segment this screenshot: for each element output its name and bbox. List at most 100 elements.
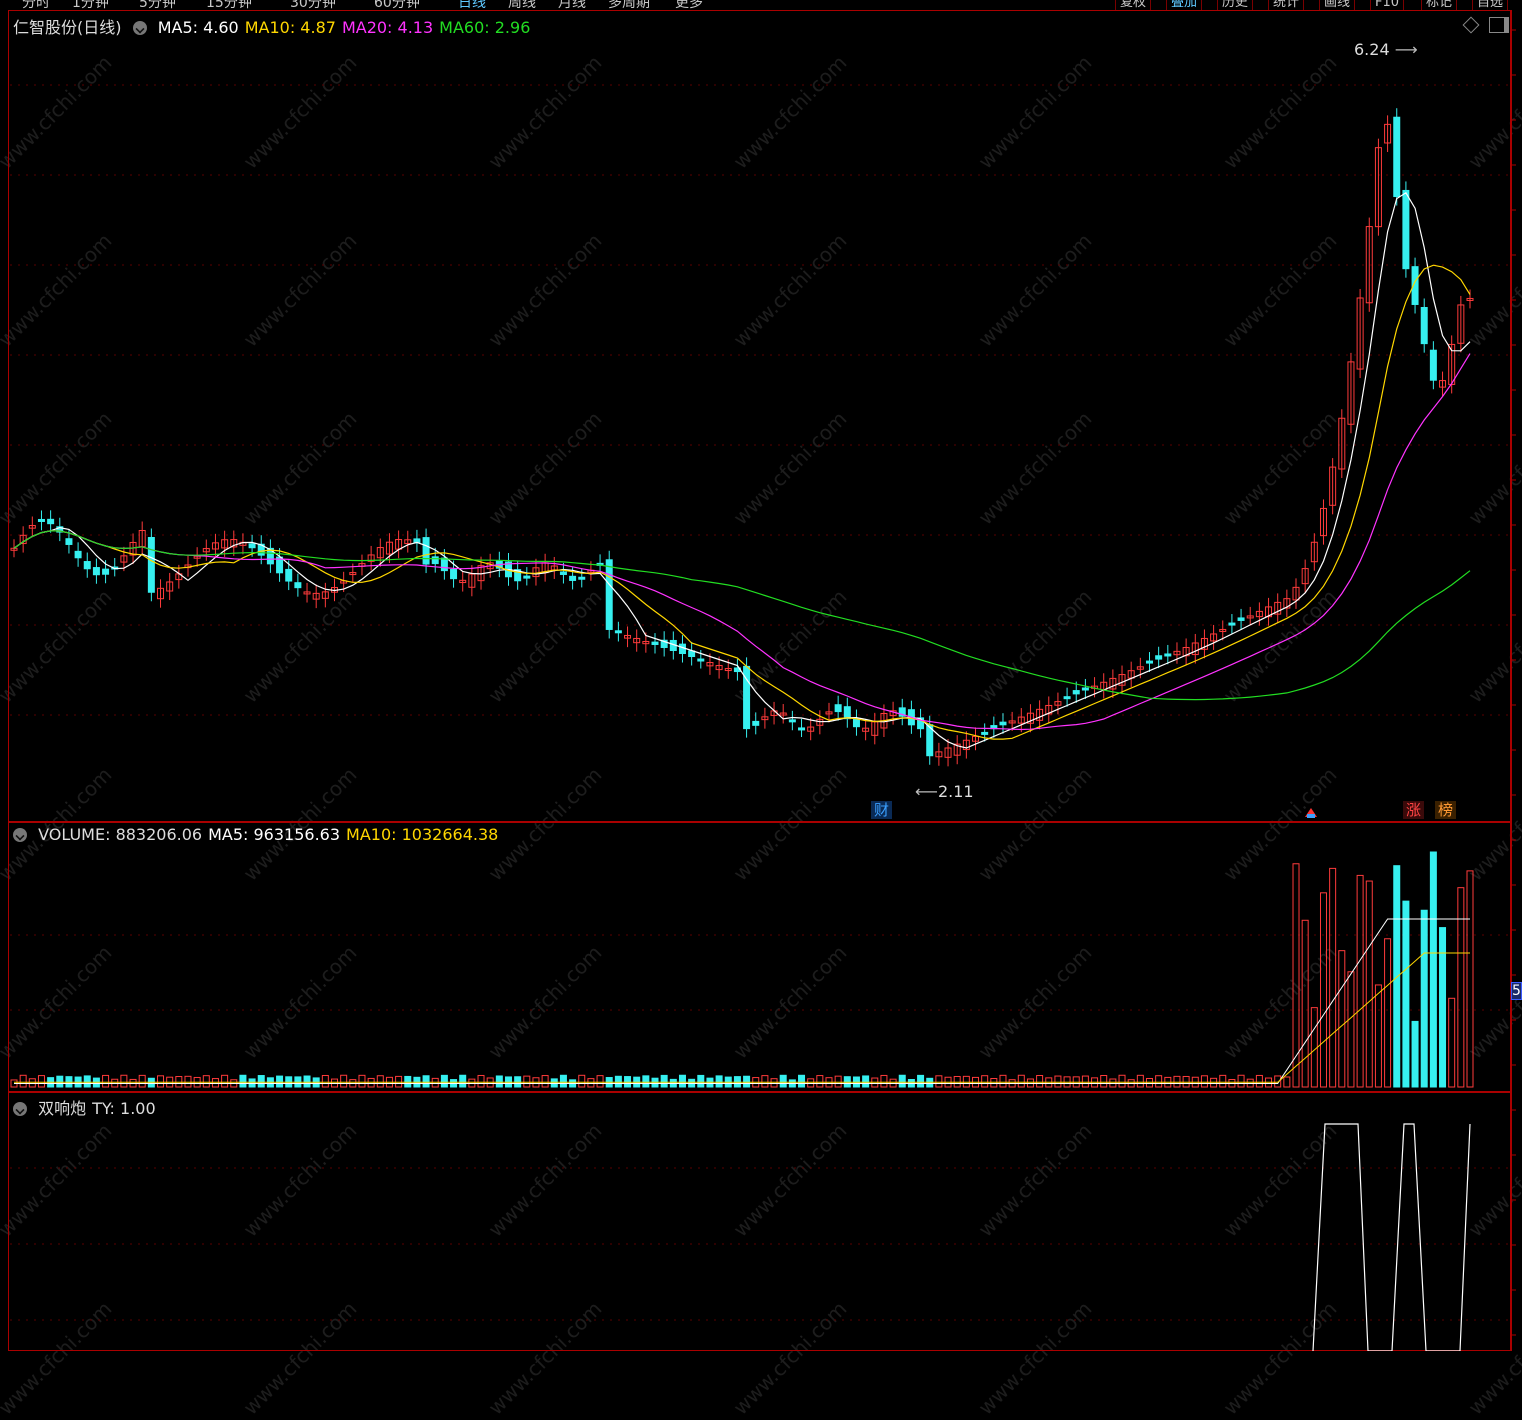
volume-bar	[935, 1075, 943, 1088]
volume-legend-item: VOLUME: 883206.06	[38, 825, 203, 844]
volume-bar	[523, 1075, 531, 1088]
indicator-signal-line	[1312, 1123, 1471, 1351]
volume-bar	[770, 1078, 778, 1088]
volume-bar	[184, 1075, 192, 1088]
candle-body	[248, 543, 256, 549]
ma5-line	[13, 191, 1471, 749]
dropdown-icon[interactable]	[132, 21, 147, 35]
candle-body	[788, 719, 796, 723]
volume-bar	[358, 1074, 366, 1088]
volume-bar	[1356, 874, 1364, 1088]
volume-bar	[743, 1075, 751, 1088]
volume-legend: VOLUME: 883206.06 MA5: 963156.63 MA10: 103…	[13, 825, 510, 844]
volume-bar	[248, 1078, 256, 1088]
ma-legend-item: MA5: 4.60	[157, 18, 239, 37]
volume-bar	[202, 1075, 210, 1088]
candle-body	[651, 641, 659, 645]
candlestick-chart[interactable]	[0, 0, 1522, 1351]
candle-body	[47, 518, 55, 525]
volume-bar	[1054, 1075, 1062, 1088]
volume-bar	[376, 1075, 384, 1088]
stock-title[interactable]: 仁智股份(日线)	[13, 18, 122, 37]
volume-bar	[395, 1075, 403, 1088]
candle-body	[843, 706, 851, 720]
volume-bar	[19, 1074, 27, 1088]
low-price-label: ⟵2.11	[915, 782, 974, 801]
volume-bar	[1283, 1076, 1291, 1088]
candle-body	[74, 550, 82, 559]
volume-bar	[239, 1074, 247, 1088]
volume-bar	[697, 1074, 705, 1088]
limit-up-arrow-icon-blue	[1307, 814, 1315, 818]
candle-body	[1228, 622, 1236, 626]
volume-bar	[422, 1075, 430, 1088]
volume-bar	[1402, 900, 1410, 1088]
candle-body	[614, 630, 622, 634]
volume-legend-item: MA5: 963156.63	[208, 825, 341, 844]
volume-bar	[1155, 1075, 1163, 1088]
diamond-icon[interactable]	[1462, 16, 1480, 34]
volume-bar	[1384, 938, 1392, 1088]
candle-body	[1081, 687, 1089, 691]
volume-bar	[157, 1075, 165, 1088]
volume-bar	[1200, 1075, 1208, 1088]
limit-up-badge[interactable]: 涨	[1403, 801, 1425, 819]
volume-bar	[257, 1075, 265, 1088]
volume-bar	[807, 1078, 815, 1088]
volume-bar	[175, 1076, 183, 1088]
volume-bar	[440, 1074, 448, 1088]
candle-body	[285, 568, 293, 582]
volume-bar	[1182, 1075, 1190, 1088]
volume-bar	[816, 1075, 824, 1088]
volume-bar	[981, 1075, 989, 1088]
volume-bar	[83, 1075, 91, 1088]
candle-body	[83, 561, 91, 570]
volume-scale-label: 5	[1511, 982, 1522, 1000]
dragon-tiger-list-badge[interactable]: 榜	[1435, 801, 1457, 819]
candle-body	[569, 575, 577, 581]
candle-body	[450, 569, 458, 580]
finance-event-badge[interactable]: 财	[871, 801, 893, 819]
volume-bar	[221, 1074, 229, 1088]
volume-bar	[1255, 1074, 1263, 1088]
volume-bar	[321, 1074, 329, 1088]
candle-body	[1393, 116, 1401, 198]
candle-body	[1402, 189, 1410, 270]
candle-body	[1145, 660, 1153, 664]
candle-body	[1420, 307, 1428, 345]
high-price-label: 6.24 ⟶	[1354, 40, 1418, 59]
volume-ma5-line	[14, 918, 1470, 1084]
ma60-line	[13, 530, 1471, 701]
volume-bar	[303, 1075, 311, 1088]
ma-legend-item: MA60: 2.96	[439, 18, 531, 37]
volume-bar	[1219, 1074, 1227, 1088]
volume-bar	[102, 1074, 110, 1088]
panel-toggle-icon[interactable]	[1489, 17, 1509, 33]
candle-body	[65, 538, 73, 545]
dropdown-icon[interactable]	[13, 828, 27, 842]
volume-bar	[541, 1075, 549, 1088]
volume-bar	[1118, 1074, 1126, 1088]
volume-bar	[953, 1075, 961, 1088]
candle-body	[147, 537, 155, 593]
volume-bar	[56, 1075, 64, 1088]
indicator-legend: 双响炮 TY: 1.00	[13, 1095, 168, 1119]
volume-bar	[340, 1074, 348, 1088]
volume-bar	[642, 1075, 650, 1088]
candle-body	[697, 658, 705, 662]
candle-body	[1072, 690, 1080, 695]
volume-bar	[276, 1075, 284, 1088]
candle-body	[678, 643, 686, 655]
ma-legend-item: MA10: 4.87	[244, 18, 336, 37]
volume-bar	[596, 1075, 604, 1088]
candle-body	[422, 537, 430, 565]
volume-bar	[862, 1075, 870, 1088]
candle-body	[440, 557, 448, 572]
volume-bar	[1329, 867, 1337, 1088]
volume-bar	[477, 1074, 485, 1088]
ma10-line	[13, 264, 1471, 740]
volume-bar	[1100, 1075, 1108, 1088]
dropdown-icon[interactable]	[13, 1102, 27, 1116]
candle-body	[1237, 617, 1245, 621]
volume-bar	[1420, 909, 1428, 1088]
